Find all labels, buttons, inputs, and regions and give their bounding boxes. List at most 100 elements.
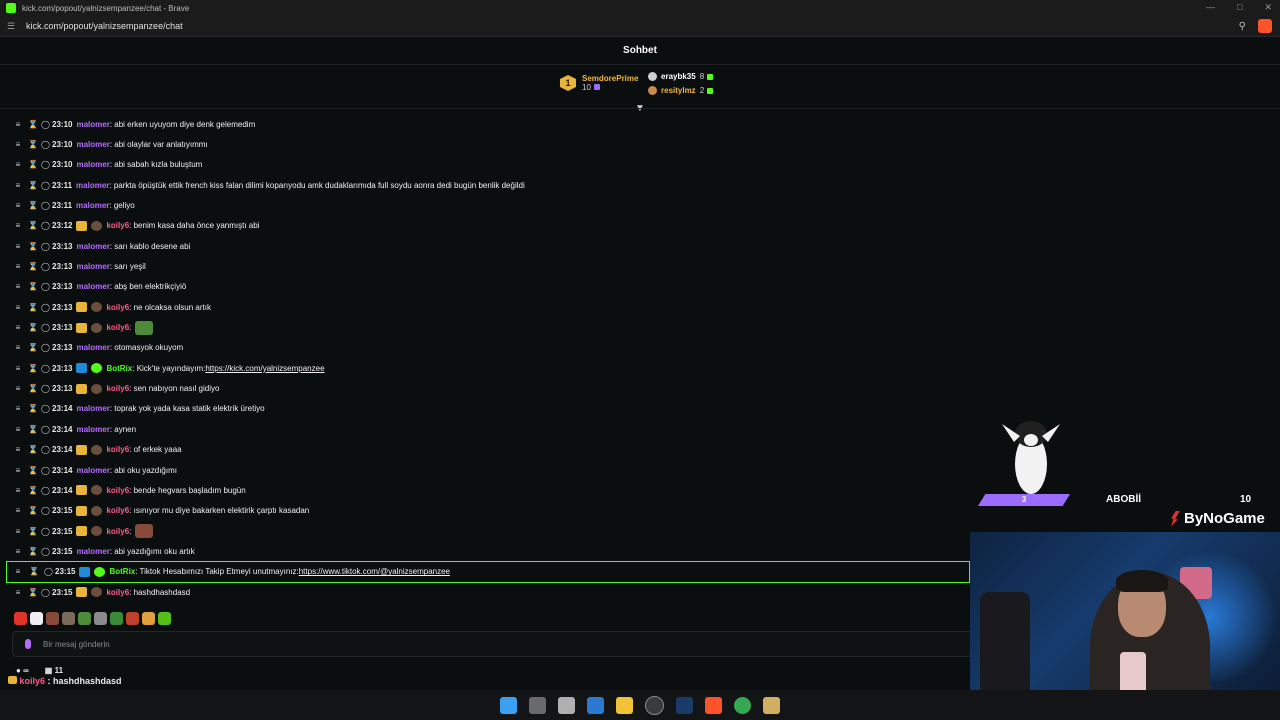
message-username[interactable]: koily6 [106,588,129,597]
chat-message[interactable]: ≡ ⌛ ◯ 23:13 BotRix: Kick'te yayındayım: http… [0,358,970,378]
message-username[interactable]: koily6 [106,221,129,230]
quick-emote[interactable] [46,612,59,625]
message-username[interactable]: koily6 [106,384,129,393]
chat-message[interactable]: ≡ ⌛ ◯ 23:15 BotRix: Tiktok Hesabımızı Takip … [6,560,970,583]
chat-message[interactable]: ≡ ⌛ ◯ 23:10 malomer: abi sabah kızla buluştu… [0,155,970,175]
shield-icon[interactable]: ◯ [41,282,50,291]
timeout-icon[interactable]: ⌛ [28,486,38,495]
brave-icon[interactable] [705,696,722,714]
pin-icon[interactable]: ≡ [14,404,22,413]
quick-emote[interactable] [14,612,27,625]
message-username[interactable]: malomer [76,282,109,291]
minimize-icon[interactable]: — [1206,2,1215,13]
pin-icon[interactable]: ≡ [14,445,22,454]
photos-icon[interactable] [587,696,604,714]
message-username[interactable]: malomer [76,343,109,352]
steam-icon[interactable] [676,696,693,714]
message-username[interactable]: malomer [76,160,109,169]
pin-icon[interactable]: ≡ [14,303,22,312]
message-username[interactable]: BotRix [109,567,135,576]
shield-icon[interactable]: ◯ [41,303,50,312]
emote-picker-icon[interactable] [25,639,31,649]
timeout-icon[interactable]: ⌛ [28,343,38,352]
quick-emote[interactable] [62,612,75,625]
chat-message[interactable]: ≡ ⌛ ◯ 23:15 koily6: ısınıyor mu diye bakarke… [0,501,970,521]
timeout-icon[interactable]: ⌛ [29,567,39,576]
url-field[interactable]: kick.com/popout/yalnizsempanzee/chat [26,21,183,31]
message-username[interactable]: BotRix [106,364,132,373]
pin-icon[interactable]: ≡ [14,181,22,190]
pin-icon[interactable]: ≡ [14,221,22,230]
chat-message[interactable]: ≡ ⌛ ◯ 23:10 malomer: abi erken uyuyom diye d… [0,114,970,134]
message-username[interactable]: malomer [76,547,109,556]
message-username[interactable]: malomer [76,425,109,434]
zoom-icon[interactable]: ⚲ [1239,21,1246,32]
shield-icon[interactable]: ◯ [41,201,50,210]
message-username[interactable]: malomer [76,201,109,210]
shield-icon[interactable]: ◯ [41,527,50,536]
timeout-icon[interactable]: ⌛ [28,384,38,393]
pin-icon[interactable]: ≡ [14,547,22,556]
pin-icon[interactable]: ≡ [14,506,22,515]
shield-icon[interactable]: ◯ [41,506,50,515]
message-username[interactable]: malomer [76,466,109,475]
shield-icon[interactable]: ◯ [41,425,50,434]
shield-icon[interactable]: ◯ [41,160,50,169]
message-username[interactable]: malomer [76,181,109,190]
message-username[interactable]: koily6 [106,445,129,454]
timeout-icon[interactable]: ⌛ [28,282,38,291]
shield-icon[interactable]: ◯ [41,221,50,230]
quick-emote[interactable] [94,612,107,625]
shield-icon[interactable]: ◯ [41,466,50,475]
chat-message[interactable]: ≡ ⌛ ◯ 23:14 malomer: abi oku yazdığımı [0,460,970,480]
pin-icon[interactable]: ≡ [14,160,22,169]
pin-icon[interactable]: ≡ [14,343,22,352]
timeout-icon[interactable]: ⌛ [28,506,38,515]
quick-emote[interactable] [30,612,43,625]
close-icon[interactable]: ✕ [1264,2,1272,13]
timeout-icon[interactable]: ⌛ [28,588,38,597]
shield-icon[interactable]: ◯ [41,547,50,556]
chat-message[interactable]: ≡ ⌛ ◯ 23:14 malomer: toprak yok yada kasa st… [0,399,970,419]
quick-emote[interactable] [110,612,123,625]
pin-icon[interactable]: ≡ [14,527,22,536]
pin-icon[interactable]: ≡ [14,384,22,393]
shield-icon[interactable]: ◯ [41,262,50,271]
chrome-icon[interactable] [734,696,751,714]
shield-icon[interactable]: ◯ [41,404,50,413]
message-username[interactable]: malomer [76,120,109,129]
timeout-icon[interactable]: ⌛ [28,242,38,251]
chat-message[interactable]: ≡ ⌛ ◯ 23:10 malomer: abi olaylar var anlatıy… [0,134,970,154]
chat-input[interactable] [41,638,845,650]
brave-shield-icon[interactable] [1258,19,1272,33]
shield-icon[interactable]: ◯ [41,120,50,129]
chat-message[interactable]: ≡ ⌛ ◯ 23:13 koily6: sen nabıyon nasıl gidiyo [0,378,970,398]
timeout-icon[interactable]: ⌛ [28,221,38,230]
obs-icon[interactable] [645,695,664,715]
pin-icon[interactable]: ≡ [14,140,22,149]
quick-emote[interactable] [142,612,155,625]
timeout-icon[interactable]: ⌛ [28,364,38,373]
pin-icon[interactable]: ≡ [14,323,22,332]
pin-icon[interactable]: ≡ [14,567,22,576]
pin-icon[interactable]: ≡ [14,201,22,210]
chat-message[interactable]: ≡ ⌛ ◯ 23:12 koily6: benim kasa daha önce yan… [0,216,970,236]
shield-icon[interactable]: ◯ [41,181,50,190]
pin-icon[interactable]: ≡ [14,242,22,251]
message-username[interactable]: malomer [76,140,109,149]
chat-message[interactable]: ≡ ⌛ ◯ 23:13 malomer: sarı kablo desene abi [0,236,970,256]
shield-icon[interactable]: ◯ [41,364,50,373]
chat-message[interactable]: ≡ ⌛ ◯ 23:14 koily6: of erkek yaaa [0,440,970,460]
pin-icon[interactable]: ≡ [14,486,22,495]
quick-emote[interactable] [126,612,139,625]
timeout-icon[interactable]: ⌛ [28,404,38,413]
pin-icon[interactable]: ≡ [14,588,22,597]
shield-icon[interactable]: ◯ [41,486,50,495]
shield-icon[interactable]: ◯ [41,140,50,149]
chat-message[interactable]: ≡ ⌛ ◯ 23:13 malomer: abş ben elektrikçiyiö [0,277,970,297]
site-settings-icon[interactable]: ☰ [7,21,17,32]
chat-message[interactable]: ≡ ⌛ ◯ 23:13 koily6: ne olcaksa olsun artık [0,297,970,317]
message-username[interactable]: koily6 [106,303,129,312]
timeout-icon[interactable]: ⌛ [28,323,38,332]
chat-message[interactable]: ≡ ⌛ ◯ 23:13 koily6: [0,317,970,337]
